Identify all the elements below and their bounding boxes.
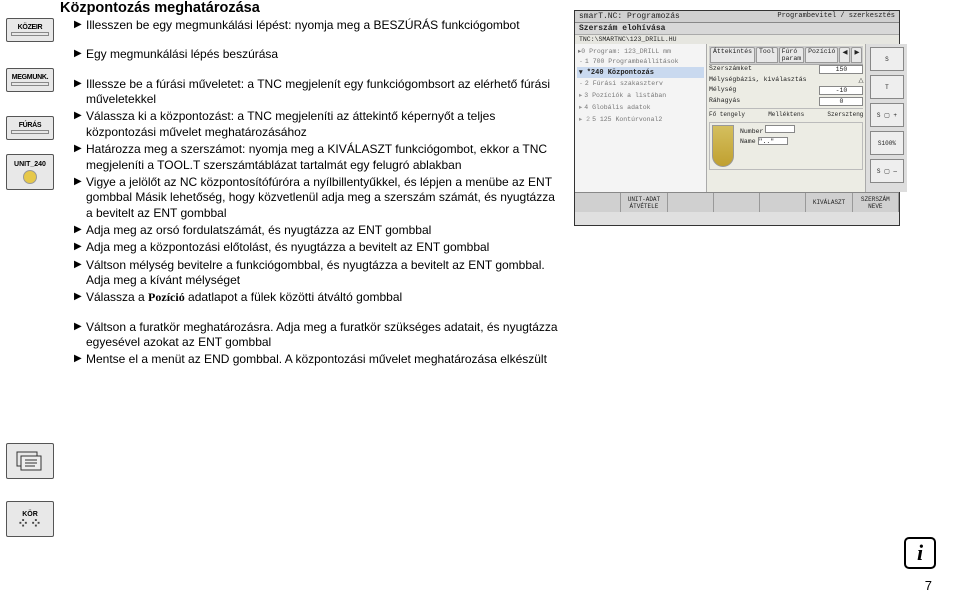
right-column: smarT.NC: Programozás Programbevitel / s… (570, 0, 960, 599)
drill-tool-icon (712, 125, 734, 167)
ss-sk-1: UNIT-ADAT ÁTVÉTELE (621, 193, 667, 212)
unit240-label: UNIT_240 (14, 161, 46, 168)
ss-sk-6: SZERSZÁM NEVE (853, 193, 899, 212)
ss-tab-chev-right-icon: ▶ (851, 47, 862, 63)
layers-icon (15, 450, 45, 472)
bullet-11: Mentse el a menüt az END gombbal. A közp… (86, 352, 562, 367)
info-icon: i (904, 537, 936, 569)
bullet-marker-icon: ▶ (74, 19, 86, 33)
bullet-8: Váltson mélység bevitelre a funkciógombb… (86, 258, 562, 289)
drill-glyph-icon (23, 170, 37, 184)
bullet-marker-icon: ▶ (74, 321, 86, 351)
ss-tab-0: Áttekintés (710, 47, 755, 63)
ss-title-right: Programbevitel / szerkesztés (777, 12, 895, 21)
bullet-marker-icon: ▶ (74, 241, 86, 255)
ss-tab-1: Tool (756, 47, 778, 63)
ss-rbtn-1: T (870, 75, 904, 99)
bullet-3: Válassza ki a központozást: a TNC megjel… (86, 109, 562, 140)
ss-tree: ▸0 Program: 123_DRILL mm -1 700 Programb… (575, 44, 707, 192)
ss-sk-0 (575, 193, 621, 212)
main-content: Központozás meghatározása ▶Illesszen be … (60, 0, 570, 599)
bullet-1: Egy megmunkálási lépés beszúrása (86, 47, 562, 62)
bullet-2: Illessze be a fúrási műveletet: a TNC me… (86, 77, 562, 108)
ss-tool-panel: Number Name".." (709, 122, 863, 170)
bullet-0: Illesszen be egy megmunkálási lépést: ny… (86, 18, 562, 33)
unit240-button: UNIT_240 (6, 154, 54, 190)
ss-rbtn-2: S ▢ + (870, 103, 904, 127)
bullet-marker-icon: ▶ (74, 143, 86, 173)
bullet-marker-icon: ▶ (74, 176, 86, 221)
bullet-list: ▶Illesszen be egy megmunkálási lépést: n… (60, 18, 562, 368)
bullet-marker-icon: ▶ (74, 353, 86, 367)
ss-sk-5: KIVÁLASZT (806, 193, 852, 212)
bullet-marker-icon: ▶ (74, 78, 86, 108)
bullet-10: Váltson a furatkör meghatározásra. Adja … (86, 320, 562, 351)
ss-sk-3 (714, 193, 760, 212)
bullet-marker-icon: ▶ (74, 224, 86, 238)
ss-tab-2: Fúró param (779, 47, 805, 63)
bullet-marker-icon: ▶ (74, 48, 86, 62)
ss-sk-2 (668, 193, 714, 212)
tnc-screenshot: smarT.NC: Programozás Programbevitel / s… (574, 10, 900, 226)
ss-sk-4 (760, 193, 806, 212)
circle-pattern-icon: ⁘⁘ (17, 518, 42, 528)
ss-subtitle: Szerszám elohívása (575, 23, 899, 35)
furas-button: FÚRÁS (6, 116, 54, 140)
bullet-4: Határozza meg a szerszámot: nyomja meg a… (86, 142, 562, 173)
ss-tab-chev-left-icon: ◀ (839, 47, 850, 63)
pozicio-emph: Pozíció (148, 290, 185, 304)
ss-tree-hdr: 240 Központozás (591, 69, 654, 77)
ss-path: TNC:\SMARTNC\123_DRILL.HU (575, 35, 899, 44)
bullet-9: Válassza a Pozíció adatlapot a fülek köz… (86, 290, 562, 305)
kozeir-label: KÖZEIR (18, 24, 43, 31)
left-icon-column: KÖZEIR MEGMUNK. FÚRÁS UNIT_240 KÖR ⁘⁘ (0, 0, 60, 599)
bullet-7: Adja meg a központozási előtolást, és ny… (86, 240, 562, 255)
ss-form: Áttekintés Tool Fúró param Pozíció ◀ ▶ S… (707, 44, 865, 192)
ss-right-buttons: S T S ▢ + S100% S ▢ — (865, 44, 907, 192)
bullet-marker-icon: ▶ (74, 110, 86, 140)
kor-button: KÖR ⁘⁘ (6, 501, 54, 537)
ss-rbtn-0: S (870, 47, 904, 71)
page-number: 7 (925, 578, 932, 593)
bullet-marker-icon: ▶ (74, 291, 86, 305)
ss-rbtn-3: S100% (870, 131, 904, 155)
kozeir-button: KÖZEIR (6, 18, 54, 42)
ss-softkeys: UNIT-ADAT ÁTVÉTELE KIVÁLASZT SZERSZÁM NE… (575, 192, 899, 212)
ss-tab-3: Pozíció (805, 47, 838, 63)
ss-tabs: Áttekintés Tool Fúró param Pozíció ◀ ▶ (709, 46, 863, 65)
ss-title-left: smarT.NC: Programozás (579, 12, 680, 21)
megmunk-button: MEGMUNK. (6, 68, 54, 92)
bullet-6: Adja meg az orsó fordulatszámát, és nyug… (86, 223, 562, 238)
ss-rbtn-4: S ▢ — (870, 159, 904, 183)
bullet-5: Vigye a jelölőt az NC központosítófúróra… (86, 175, 562, 221)
page-switch-icon (6, 443, 54, 479)
megmunk-label: MEGMUNK. (12, 74, 49, 81)
bullet-marker-icon: ▶ (74, 259, 86, 289)
page-title: Központozás meghatározása (60, 0, 562, 16)
furas-label: FÚRÁS (19, 122, 42, 129)
